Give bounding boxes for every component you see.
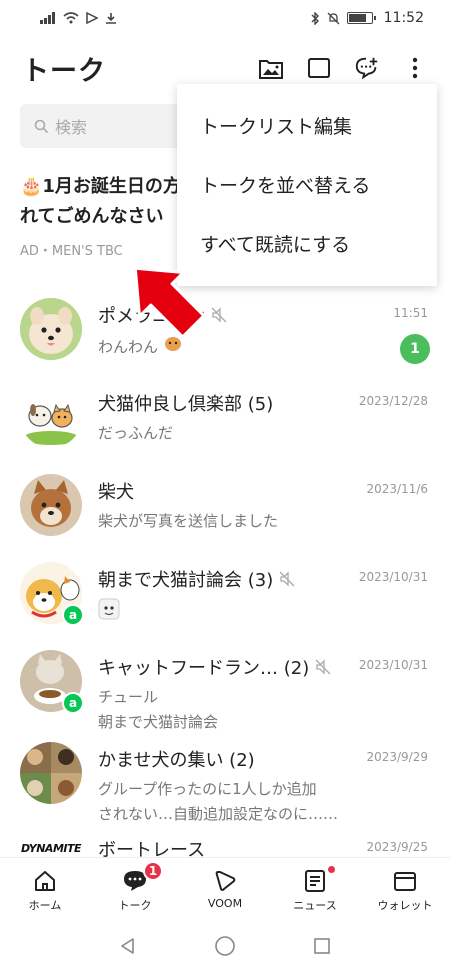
chat-time: 11:51 — [393, 306, 428, 320]
chat-row[interactable]: a キャットフードラン… (2) チュール 朝まで犬猫討論会 2023/10/3… — [0, 642, 450, 734]
bottom-tab-bar: ホーム 1 トーク VOOM ニュース ウォレット — [0, 857, 450, 917]
tab-label: ウォレット — [377, 899, 433, 912]
news-icon — [305, 870, 325, 892]
search-input[interactable]: 検索 — [20, 104, 180, 148]
unread-badge: 1 — [400, 334, 430, 364]
pomeranian-avatar-icon — [20, 298, 82, 360]
chat-row-body: 犬猫仲良し倶楽部 (5) だっふんだ — [98, 378, 430, 466]
chat-time: 2023/12/28 — [358, 394, 428, 408]
chat-last-message: だっふんだ — [98, 424, 174, 442]
chat-row-body: かませ犬の集い (2) グループ作ったのに1人しか追加 されない…自動追加設定な… — [98, 734, 430, 824]
play-store-icon — [86, 12, 98, 24]
signal-icon — [40, 12, 55, 24]
chat-name-text: キャットフードラン… (2) — [98, 658, 310, 679]
avatar: a — [20, 650, 84, 714]
mute-bell-icon — [327, 12, 340, 24]
chat-time: 2023/10/31 — [358, 658, 428, 672]
tab-wallet[interactable]: ウォレット — [360, 858, 450, 917]
chat-row[interactable]: 犬猫仲良し倶楽部 (5) だっふんだ 2023/12/28 — [0, 378, 450, 466]
muted-icon — [211, 307, 227, 323]
avatar — [20, 474, 82, 536]
search-icon — [34, 119, 49, 133]
chat-list: ポメラニアン わんわん 11:51 1 犬猫仲良し倶楽部 (5) だっふんだ 2… — [0, 290, 450, 912]
wifi-icon — [63, 12, 79, 24]
tab-news[interactable]: ニュース — [270, 858, 360, 917]
tab-label: VOOM — [207, 897, 243, 910]
tab-home[interactable]: ホーム — [0, 858, 90, 917]
chat-row[interactable]: a 朝まで犬猫討論会 (3) 2023/10/31 — [0, 554, 450, 642]
shiba-avatar-icon — [20, 474, 82, 536]
status-left — [40, 12, 117, 24]
header-actions — [258, 55, 428, 81]
tab-badge: 1 — [143, 861, 163, 881]
tab-label: ホーム — [28, 899, 62, 912]
dynamite-logo: DYNAMITE — [20, 842, 82, 855]
status-time: 11:52 — [383, 10, 424, 26]
chat-time: 2023/10/31 — [358, 570, 428, 584]
sticker-icon — [98, 598, 120, 620]
download-icon — [106, 13, 116, 24]
news-dot — [328, 866, 335, 873]
chat-bubble-icon[interactable] — [306, 55, 332, 81]
voom-icon — [215, 871, 236, 891]
menu-item-mark-all-read[interactable]: すべて既読にする — [177, 214, 437, 273]
chat-time: 2023/9/25 — [366, 840, 428, 854]
home-circle-icon[interactable] — [214, 935, 236, 957]
avatar — [20, 386, 82, 448]
menu-item-sort[interactable]: トークを並べ替える — [177, 155, 437, 214]
status-right: 11:52 — [310, 10, 424, 26]
system-nav-bar — [0, 917, 450, 975]
chat-row-body: 柴犬 柴犬が写真を送信しました — [98, 466, 430, 554]
muted-icon — [279, 571, 295, 587]
avatar: a — [20, 562, 84, 626]
chat-name-text: 朝まで犬猫討論会 (3) — [98, 570, 274, 591]
chat-row[interactable]: ポメラニアン わんわん 11:51 1 — [0, 290, 450, 378]
chat-last-message — [98, 598, 430, 624]
chat-last-message-sub: されない…自動追加設定なのに…… — [98, 805, 339, 823]
status-bar: 11:52 — [0, 0, 450, 36]
tab-talk[interactable]: 1 トーク — [90, 858, 180, 917]
group-badge-icon: a — [62, 692, 84, 714]
more-options-icon[interactable] — [402, 55, 428, 81]
home-icon — [35, 871, 55, 891]
dog-collage-avatar-icon — [20, 742, 82, 804]
chat-last-message-sub: 朝まで犬猫討論会 — [98, 713, 219, 731]
options-menu: トークリスト編集 トークを並べ替える すべて既読にする — [177, 84, 437, 286]
pointer-arrow-icon — [133, 266, 206, 339]
chat-row[interactable]: かませ犬の集い (2) グループ作ったのに1人しか追加 されない…自動追加設定な… — [0, 734, 450, 824]
bluetooth-icon — [311, 11, 319, 25]
tab-voom[interactable]: VOOM — [180, 858, 270, 917]
chat-time: 2023/9/29 — [366, 750, 428, 764]
page-title: トーク — [22, 55, 106, 87]
menu-item-edit-list[interactable]: トークリスト編集 — [177, 96, 437, 155]
chat-last-message: 柴犬が写真を送信しました — [98, 512, 279, 530]
chat-last-message: チュール — [98, 688, 159, 706]
search-placeholder: 検索 — [55, 118, 88, 137]
new-chat-icon[interactable] — [354, 55, 380, 81]
chat-time: 2023/11/6 — [366, 482, 428, 496]
tab-label: ニュース — [293, 899, 337, 912]
dog-cat-group-avatar-icon — [20, 386, 82, 448]
chat-row-body: 朝まで犬猫討論会 (3) — [98, 554, 430, 642]
tab-label: トーク — [118, 899, 152, 912]
wallet-icon — [394, 872, 416, 891]
group-badge-icon: a — [62, 604, 84, 626]
recents-icon[interactable] — [312, 936, 332, 956]
chat-row-body: キャットフードラン… (2) チュール 朝まで犬猫討論会 — [98, 642, 430, 734]
muted-icon — [315, 659, 331, 675]
back-icon[interactable] — [118, 936, 138, 956]
chat-last-message: グループ作ったのに1人しか追加 — [98, 780, 317, 798]
battery-icon — [346, 12, 376, 24]
image-folder-icon[interactable] — [258, 55, 284, 81]
avatar — [20, 298, 82, 360]
chat-row[interactable]: 柴犬 柴犬が写真を送信しました 2023/11/6 — [0, 466, 450, 554]
avatar — [20, 742, 82, 804]
